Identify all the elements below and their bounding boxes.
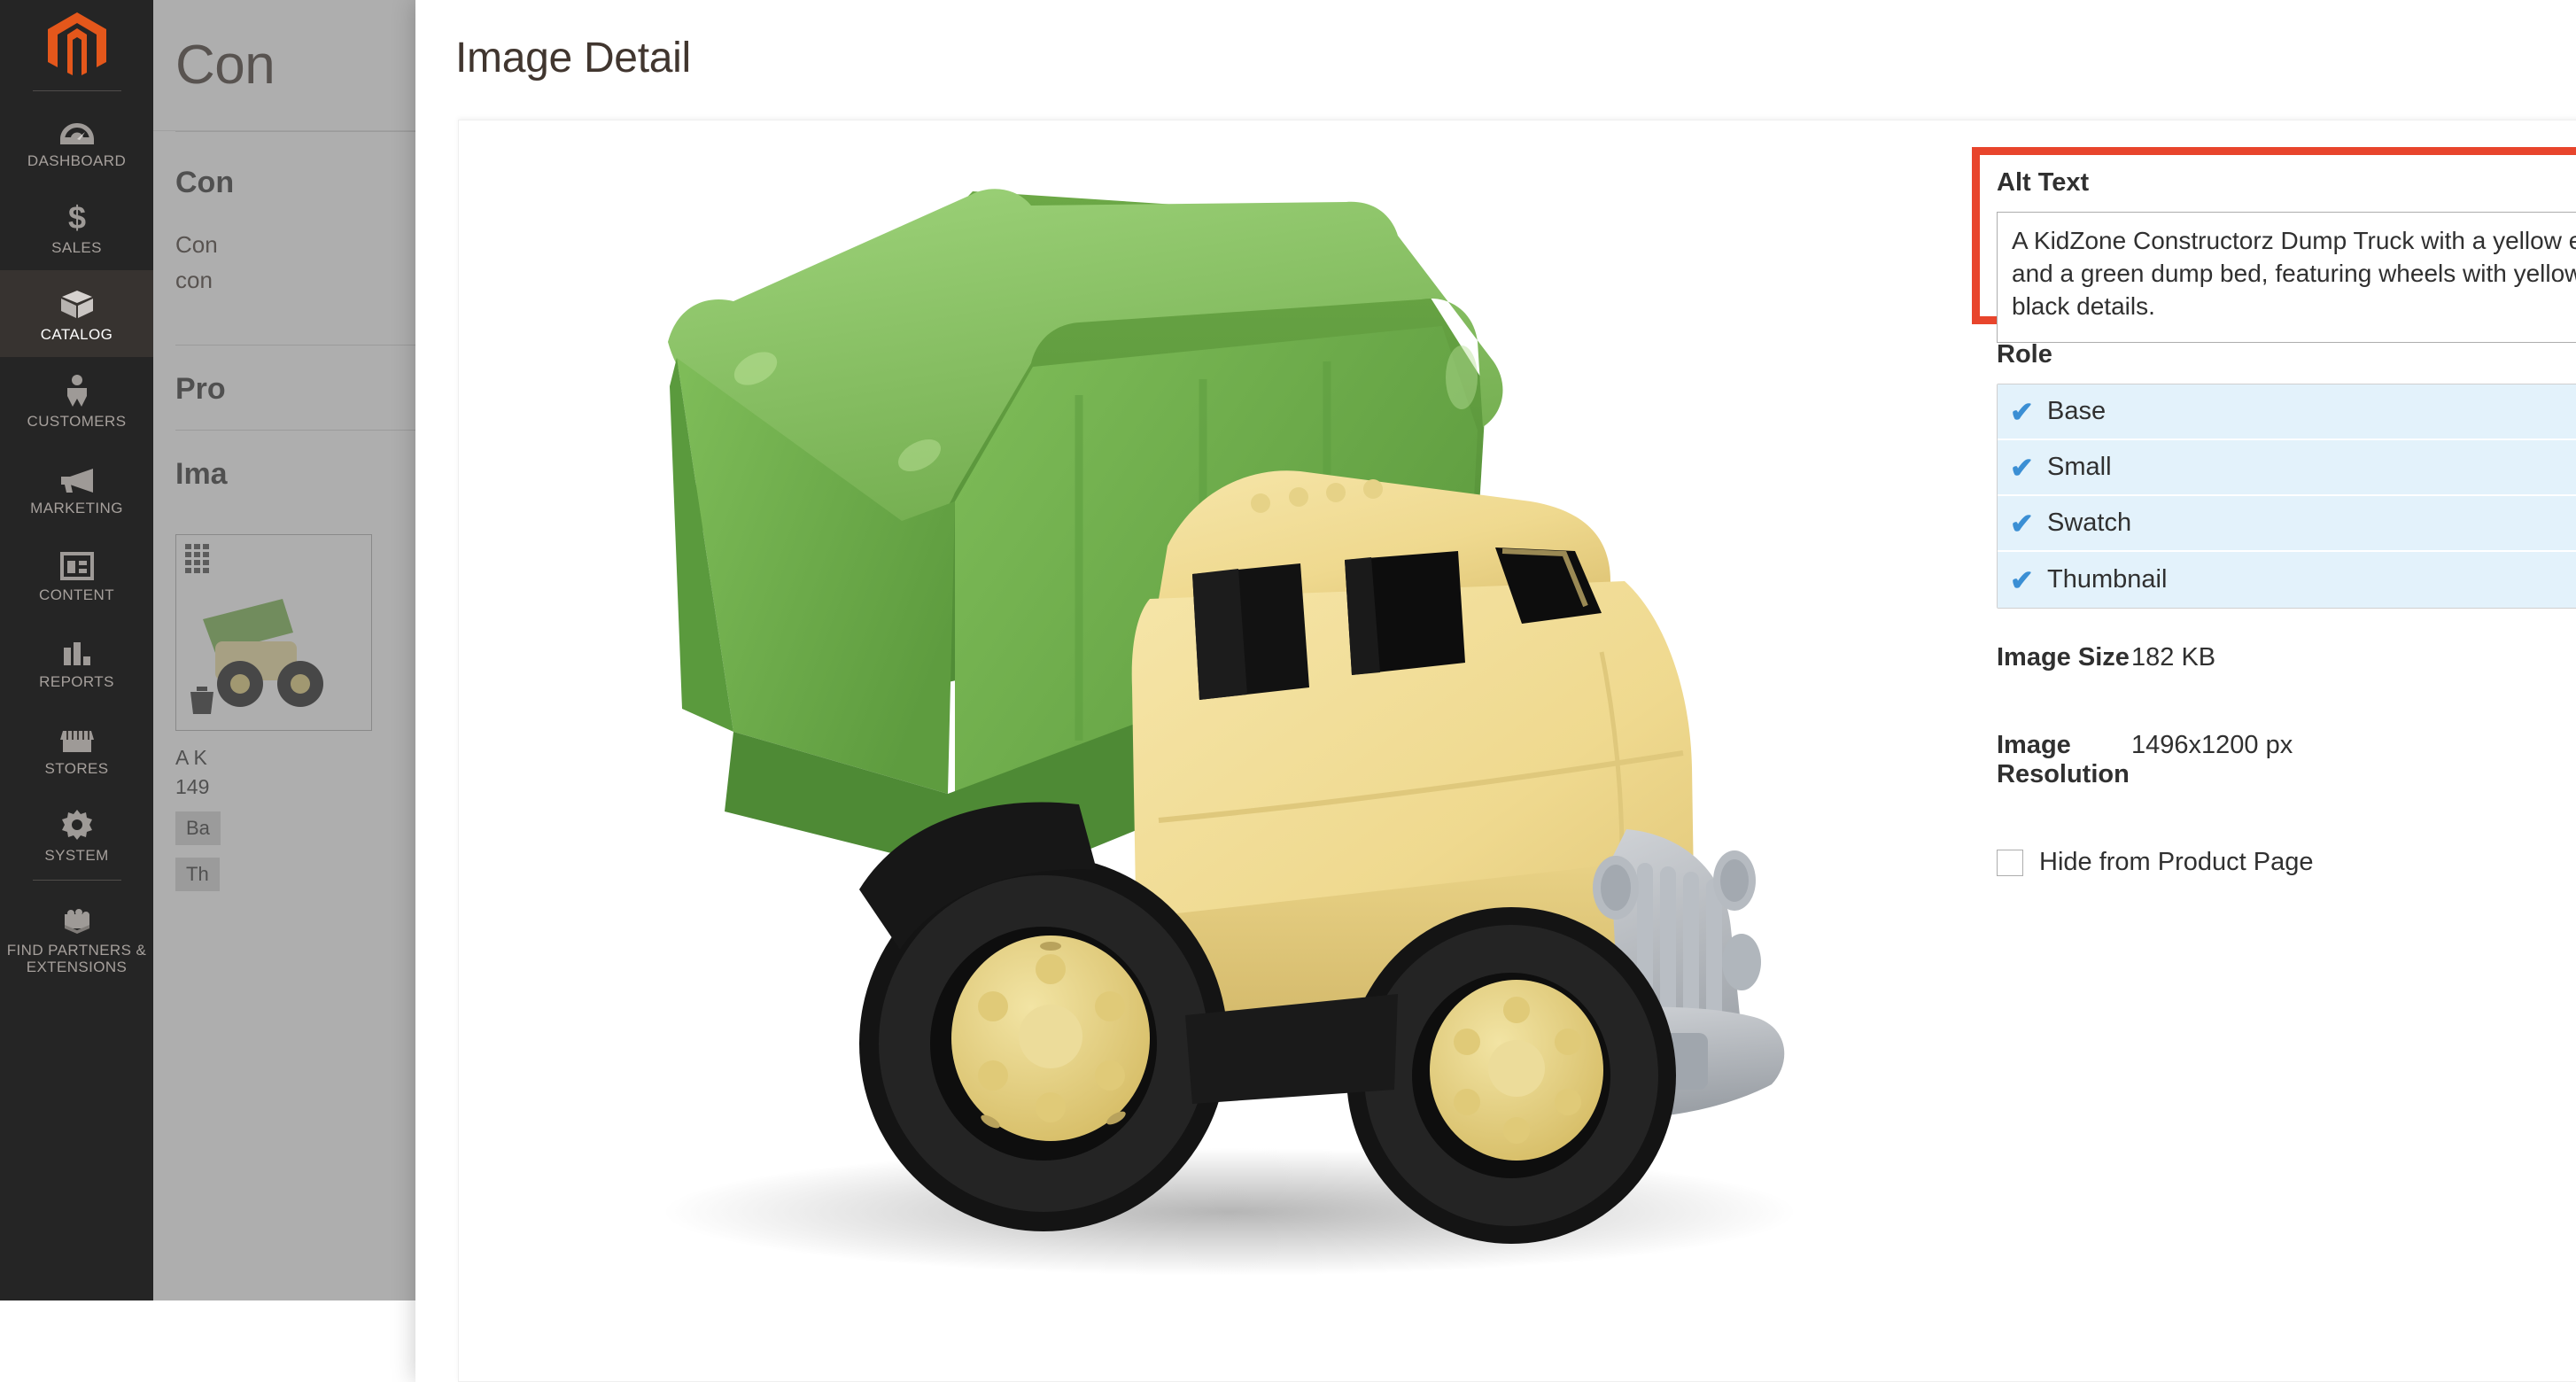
role-option-thumbnail[interactable]: ✔ Thumbnail bbox=[1998, 552, 2576, 608]
admin-app: Dashboard $ Sales Catalog Customers Mark… bbox=[0, 0, 2576, 1300]
sidebar-item-label: Marketing bbox=[30, 500, 123, 516]
sidebar-item-label: Content bbox=[39, 586, 114, 603]
sidebar-item-content[interactable]: Content bbox=[0, 531, 153, 617]
magento-logo-icon bbox=[48, 12, 106, 76]
sidebar-item-catalog[interactable]: Catalog bbox=[0, 270, 153, 357]
alt-text-field-group: Alt Text bbox=[1997, 168, 2576, 347]
sidebar-item-label: System bbox=[44, 847, 108, 864]
sidebar-item-dashboard[interactable]: Dashboard bbox=[0, 97, 153, 183]
role-option-label: Base bbox=[2047, 397, 2106, 426]
megaphone-icon bbox=[58, 460, 96, 493]
sidebar-item-find-partners[interactable]: Find Partners & Extensions bbox=[0, 886, 153, 990]
person-icon bbox=[58, 373, 96, 407]
role-option-small[interactable]: ✔ Small bbox=[1998, 440, 2576, 496]
role-option-base[interactable]: ✔ Base bbox=[1998, 384, 2576, 440]
sidebar-divider-top bbox=[33, 90, 121, 91]
image-resolution-row: Image Resolution 1496x1200 px bbox=[1997, 731, 2576, 789]
hide-from-product-page-label: Hide from Product Page bbox=[2039, 848, 2313, 877]
check-icon: ✔ bbox=[2010, 509, 2035, 538]
front-wheel bbox=[1346, 907, 1676, 1244]
sidebar-item-label: Stores bbox=[45, 760, 109, 777]
sidebar-item-customers[interactable]: Customers bbox=[0, 357, 153, 444]
bar-chart-icon bbox=[58, 633, 96, 667]
image-preview-pane bbox=[459, 120, 1982, 1381]
gear-icon bbox=[58, 807, 96, 841]
sidebar-item-label: Dashboard bbox=[27, 152, 126, 169]
sidebar-divider-bottom bbox=[33, 880, 121, 881]
sidebar-item-label: Sales bbox=[51, 239, 102, 256]
image-resolution-label: Image Resolution bbox=[1997, 731, 2131, 789]
lego-brick-icon bbox=[58, 902, 96, 936]
image-detail-form: Alt Text Role ✔ Base ✔ Small bbox=[1982, 120, 2576, 1381]
alt-text-input[interactable] bbox=[1997, 212, 2576, 343]
role-option-label: Swatch bbox=[2047, 509, 2131, 538]
modal-title: Image Detail bbox=[455, 34, 691, 82]
sidebar-item-label: Reports bbox=[39, 673, 114, 690]
sidebar-item-stores[interactable]: Stores bbox=[0, 704, 153, 791]
hide-from-product-page-row[interactable]: Hide from Product Page bbox=[1997, 848, 2576, 877]
check-icon: ✔ bbox=[2010, 566, 2035, 594]
image-detail-modal: Image Detail bbox=[415, 0, 2576, 1382]
sidebar-item-system[interactable]: System bbox=[0, 791, 153, 878]
sidebar-item-marketing[interactable]: Marketing bbox=[0, 444, 153, 531]
sidebar: Dashboard $ Sales Catalog Customers Mark… bbox=[0, 0, 153, 1300]
sidebar-item-label: Catalog bbox=[41, 326, 113, 343]
role-option-list[interactable]: ✔ Base ✔ Small ✔ Swatch bbox=[1997, 384, 2576, 609]
modal-overlay[interactable]: Image Detail bbox=[153, 0, 2576, 1300]
modal-body: Alt Text Role ✔ Base ✔ Small bbox=[458, 120, 2576, 1382]
check-icon: ✔ bbox=[2010, 398, 2035, 426]
storefront-icon bbox=[58, 720, 96, 754]
magento-logo[interactable] bbox=[0, 0, 153, 89]
modal-header: Image Detail bbox=[415, 0, 2576, 116]
hide-from-product-page-checkbox[interactable] bbox=[1997, 850, 2023, 876]
role-option-label: Thumbnail bbox=[2047, 565, 2167, 594]
image-size-label: Image Size bbox=[1997, 643, 2131, 672]
layout-icon bbox=[58, 547, 96, 580]
sidebar-item-reports[interactable]: Reports bbox=[0, 617, 153, 704]
svg-text:$: $ bbox=[67, 201, 85, 233]
dollar-sign-icon: $ bbox=[58, 199, 96, 233]
preview-image bbox=[459, 120, 1982, 1299]
check-icon: ✔ bbox=[2010, 454, 2035, 482]
sidebar-item-sales[interactable]: $ Sales bbox=[0, 183, 153, 270]
sidebar-item-label: Find Partners & Extensions bbox=[4, 942, 150, 975]
image-size-row: Image Size 182 KB bbox=[1997, 643, 2576, 672]
box-icon bbox=[58, 286, 96, 320]
dump-truck-illustration bbox=[459, 120, 1982, 1299]
role-field-group: Role ✔ Base ✔ Small ✔ bbox=[1997, 340, 2576, 609]
image-resolution-value: 1496x1200 px bbox=[2131, 731, 2293, 760]
dashboard-gauge-icon bbox=[58, 113, 96, 146]
image-metadata: Image Size 182 KB Image Resolution 1496x… bbox=[1997, 643, 2576, 877]
image-size-value: 182 KB bbox=[2131, 643, 2215, 672]
sidebar-item-label: Customers bbox=[27, 413, 127, 430]
role-option-swatch[interactable]: ✔ Swatch bbox=[1998, 496, 2576, 552]
alt-text-label: Alt Text bbox=[1997, 168, 2576, 198]
role-option-label: Small bbox=[2047, 453, 2112, 482]
